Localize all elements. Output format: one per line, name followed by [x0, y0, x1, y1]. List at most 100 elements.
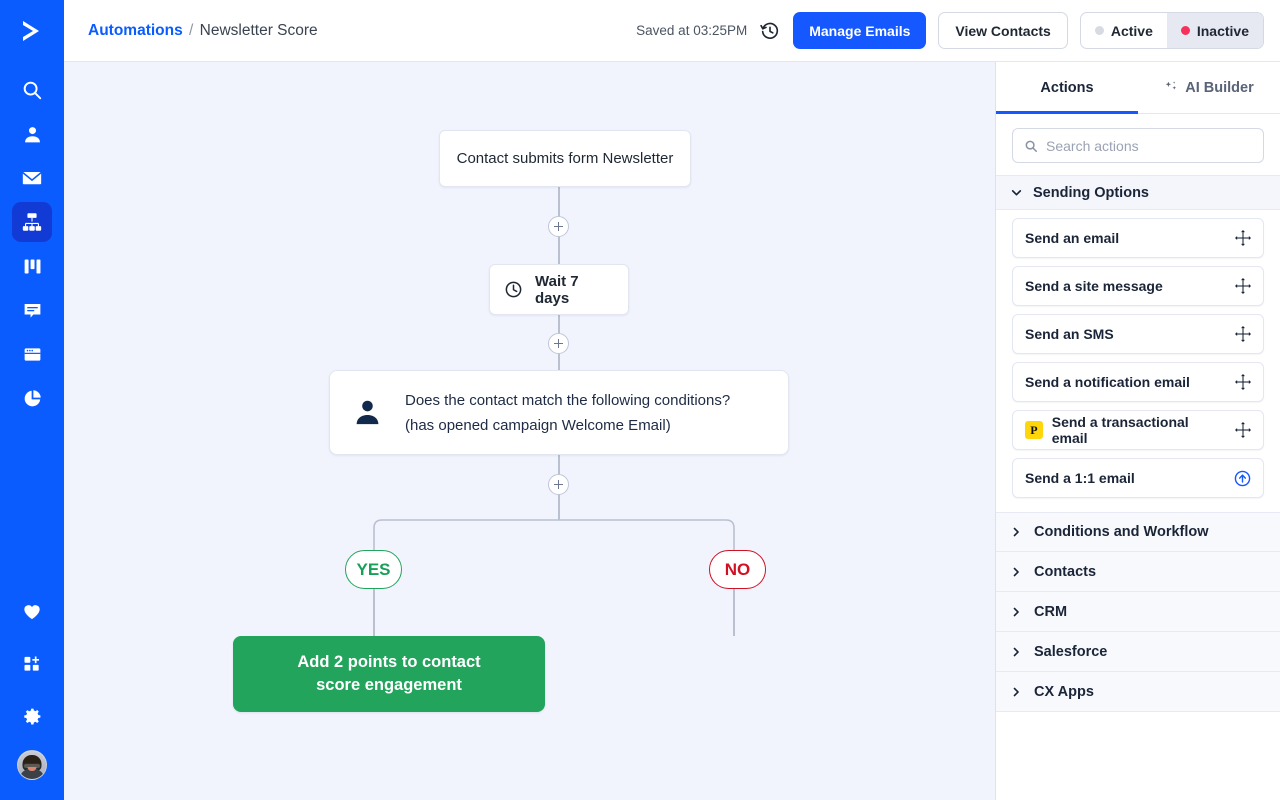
chevron-down-icon — [1010, 186, 1023, 199]
saved-status-text: Saved at 03:25PM — [636, 23, 747, 38]
person-icon — [352, 397, 383, 428]
tab-actions-label: Actions — [1040, 80, 1093, 96]
activecampaign-logo[interactable] — [0, 0, 64, 62]
action-items-list: Send an email Send a site message Send a… — [996, 210, 1280, 504]
contacts-person-icon — [22, 124, 43, 145]
sidebar-item-search[interactable] — [12, 70, 52, 110]
tab-actions[interactable]: Actions — [996, 62, 1138, 113]
action-item-send-a-1-1-email[interactable]: Send a 1:1 email — [1012, 458, 1264, 498]
postmark-badge-icon: P — [1025, 421, 1043, 439]
action-item-send-an-sms[interactable]: Send an SMS — [1012, 314, 1264, 354]
action-line-1: Add 2 points to contact — [297, 653, 480, 671]
status-toggle-inactive[interactable]: Inactive — [1167, 13, 1263, 48]
website-pages-icon — [22, 344, 43, 365]
action-item-send-a-notification-email[interactable]: Send a notification email — [1012, 362, 1264, 402]
email-envelope-icon — [21, 167, 43, 189]
category-salesforce[interactable]: Salesforce — [996, 632, 1280, 672]
trigger-node-label: Contact submits form Newsletter — [457, 150, 674, 167]
sparkles-icon — [1164, 80, 1179, 95]
group-header-label: Sending Options — [1033, 185, 1149, 201]
branch-badge-yes[interactable]: YES — [345, 550, 402, 589]
panel-empty-space — [996, 712, 1280, 800]
sidebar-item-website[interactable] — [12, 334, 52, 374]
top-header-bar: Automations / Newsletter Score Saved at … — [64, 0, 1280, 62]
wait-node[interactable]: Wait 7 days — [489, 264, 629, 315]
history-clock-icon[interactable] — [759, 20, 781, 42]
user-avatar[interactable] — [17, 750, 47, 780]
upgrade-arrow-icon[interactable] — [1234, 470, 1251, 487]
sidebar-item-reports[interactable] — [12, 378, 52, 418]
status-toggle-inactive-label: Inactive — [1197, 23, 1249, 39]
automation-canvas[interactable]: Contact submits form Newsletter Wait 7 d… — [64, 62, 995, 800]
action-item-send-an-email[interactable]: Send an email — [1012, 218, 1264, 258]
sidebar-item-deals[interactable] — [12, 246, 52, 286]
status-toggle-active-label: Active — [1111, 23, 1153, 39]
breadcrumb-link-automations[interactable]: Automations — [88, 22, 183, 39]
drag-move-icon[interactable] — [1235, 230, 1251, 246]
automations-flow-icon — [21, 211, 43, 233]
left-nav-rail — [0, 0, 64, 800]
action-line-2: score engagement — [316, 676, 462, 694]
add-step-button-3[interactable] — [548, 474, 569, 495]
chevron-right-icon — [1010, 686, 1022, 698]
tab-ai-builder[interactable]: AI Builder — [1138, 62, 1280, 113]
branch-badge-no[interactable]: NO — [709, 550, 766, 589]
sidebar-item-favorites[interactable] — [12, 592, 52, 632]
add-step-button-1[interactable] — [548, 216, 569, 237]
apps-add-icon — [22, 654, 42, 674]
rail-nav-list — [12, 68, 52, 420]
body-split: Contact submits form Newsletter Wait 7 d… — [64, 62, 1280, 800]
sidebar-item-apps[interactable] — [12, 644, 52, 684]
category-contacts[interactable]: Contacts — [996, 552, 1280, 592]
action-item-label: Send a notification email — [1025, 374, 1190, 390]
drag-move-icon[interactable] — [1235, 278, 1251, 294]
main-area: Automations / Newsletter Score Saved at … — [64, 0, 1280, 800]
breadcrumb-current-title: Newsletter Score — [200, 22, 318, 39]
status-toggle-active[interactable]: Active — [1081, 13, 1167, 48]
reports-piechart-icon — [22, 388, 43, 409]
group-header-sending-options[interactable]: Sending Options — [996, 175, 1280, 210]
action-item-label: Send a transactional email — [1052, 414, 1226, 446]
gear-icon — [22, 706, 43, 727]
view-contacts-button[interactable]: View Contacts — [938, 12, 1067, 49]
condition-node-text: Does the contact match the following con… — [405, 388, 730, 438]
action-item-label: Send a 1:1 email — [1025, 470, 1135, 486]
action-node-add-score[interactable]: Add 2 points to contact score engagement — [233, 636, 545, 712]
category-conditions-and-workflow[interactable]: Conditions and Workflow — [996, 512, 1280, 552]
action-item-send-a-transactional-email[interactable]: P Send a transactional email — [1012, 410, 1264, 450]
trigger-node[interactable]: Contact submits form Newsletter — [439, 130, 691, 187]
breadcrumb: Automations / Newsletter Score — [88, 22, 318, 40]
drag-move-icon[interactable] — [1235, 422, 1251, 438]
drag-move-icon[interactable] — [1235, 326, 1251, 342]
sidebar-item-campaigns[interactable] — [12, 158, 52, 198]
action-item-send-a-site-message[interactable]: Send a site message — [1012, 266, 1264, 306]
search-icon — [1024, 139, 1038, 153]
category-cx-apps[interactable]: CX Apps — [996, 672, 1280, 712]
rail-bottom-group — [12, 586, 52, 800]
category-label: CX Apps — [1034, 684, 1094, 700]
action-node-text: Add 2 points to contact score engagement — [297, 651, 480, 697]
manage-emails-button[interactable]: Manage Emails — [793, 12, 926, 49]
action-item-label: Send an SMS — [1025, 326, 1114, 342]
category-label: Conditions and Workflow — [1034, 524, 1209, 540]
category-label: Salesforce — [1034, 644, 1107, 660]
search-actions-box[interactable] — [1012, 128, 1264, 163]
sidebar-item-conversations[interactable] — [12, 290, 52, 330]
action-item-label: Send a site message — [1025, 278, 1163, 294]
actions-panel: Actions AI Builder — [995, 62, 1280, 800]
sidebar-item-automations[interactable] — [12, 202, 52, 242]
search-actions-input[interactable] — [1046, 138, 1252, 154]
condition-line-1: Does the contact match the following con… — [405, 392, 730, 409]
condition-line-2: (has opened campaign Welcome Email) — [405, 417, 671, 434]
automation-builder-app: Automations / Newsletter Score Saved at … — [0, 0, 1280, 800]
search-actions-wrap — [996, 114, 1280, 175]
add-step-button-2[interactable] — [548, 333, 569, 354]
active-status-dot — [1095, 26, 1104, 35]
wait-node-label: Wait 7 days — [535, 273, 614, 307]
condition-node[interactable]: Does the contact match the following con… — [329, 370, 789, 455]
sidebar-item-contacts[interactable] — [12, 114, 52, 154]
conversations-chat-icon — [22, 300, 43, 321]
drag-move-icon[interactable] — [1235, 374, 1251, 390]
category-crm[interactable]: CRM — [996, 592, 1280, 632]
sidebar-item-settings[interactable] — [12, 696, 52, 736]
